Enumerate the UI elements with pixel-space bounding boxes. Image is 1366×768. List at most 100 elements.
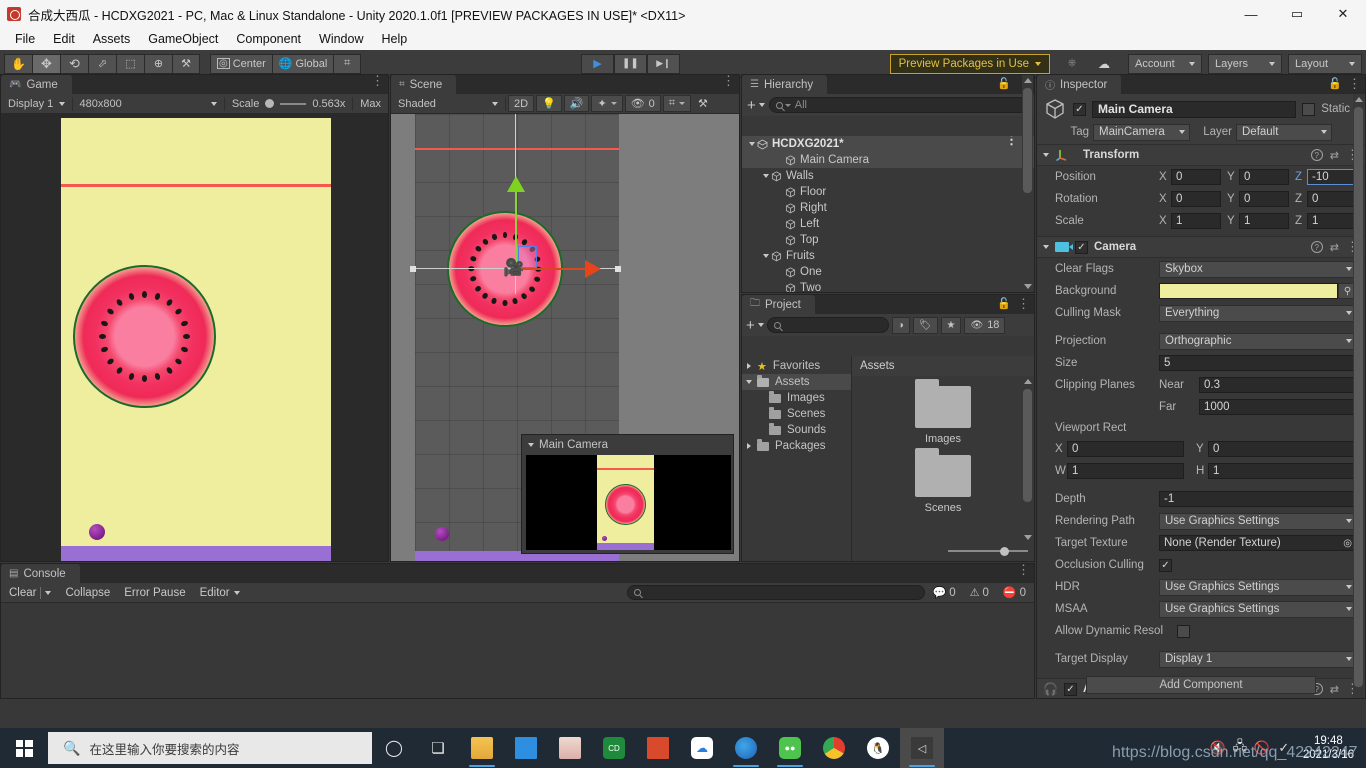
help-icon[interactable]: ? — [1310, 241, 1323, 253]
static-checkbox[interactable] — [1302, 102, 1316, 116]
asset-item[interactable]: Scenes — [852, 448, 1034, 514]
depth-input[interactable]: -1 — [1159, 491, 1357, 507]
cloud-icon[interactable]: ☁ — [1089, 53, 1118, 74]
audio-listener-checkbox[interactable]: ✓ — [1063, 682, 1077, 696]
project-tree-item-images[interactable]: Images — [742, 390, 851, 406]
viewport-y-input[interactable]: 0 — [1208, 441, 1357, 457]
gizmo-x-axis[interactable] — [516, 268, 588, 270]
layout-dropdown[interactable]: Layout — [1287, 53, 1362, 74]
preview-packages-dropdown[interactable]: Preview Packages in Use — [889, 53, 1050, 74]
projection-dropdown[interactable]: Orthographic — [1159, 332, 1357, 350]
project-tree-item-sounds[interactable]: Sounds — [742, 422, 851, 438]
hierarchy-search-input[interactable]: All — [768, 97, 1029, 113]
hierarchy-item-walls[interactable]: Walls — [742, 168, 1034, 184]
menu-item-gameobject[interactable]: GameObject — [139, 30, 227, 48]
gizmo-y-axis[interactable] — [515, 189, 517, 269]
slider-knob[interactable] — [1000, 546, 1009, 556]
project-tree-item-assets[interactable]: Assets — [742, 374, 851, 390]
scroll-up-arrow[interactable] — [1024, 379, 1032, 384]
hierarchy-item-hcdxg2021-[interactable]: HCDXG2021* ⋮ — [742, 136, 1034, 152]
create-gameobject-button[interactable]: + — [747, 98, 765, 113]
pivot-rotation-button[interactable]: 🌐 Global — [271, 53, 334, 74]
asset-grid[interactable]: Images Scenes — [852, 376, 1034, 543]
hidden-packages-button[interactable]: 👁 18 — [964, 316, 1006, 334]
project-tree-item-favorites[interactable]: ★ Favorites — [742, 358, 851, 374]
play-button[interactable]: ▶ — [580, 53, 614, 74]
msaa-dropdown[interactable]: Use Graphics Settings — [1159, 600, 1357, 618]
tab-scene[interactable]: ⌗ Scene — [391, 75, 457, 94]
asset-zoom-slider[interactable] — [948, 545, 1028, 557]
preset-icon[interactable]: ⇄ — [1330, 241, 1339, 254]
mute-icon[interactable]: 🔇 — [1207, 728, 1229, 768]
close-button[interactable]: ✕ — [1320, 0, 1366, 28]
hierarchy-item-left[interactable]: Left — [742, 216, 1034, 232]
hierarchy-item-fruits[interactable]: Fruits — [742, 248, 1034, 264]
cortana-icon[interactable]: ◯ — [372, 728, 416, 768]
gameobject-name-input[interactable]: Main Camera — [1092, 100, 1297, 118]
hierarchy-scrollbar[interactable] — [1022, 75, 1033, 292]
task-view-icon[interactable]: ❏ — [416, 728, 460, 768]
scale-tool-icon[interactable]: ⬀ — [88, 53, 116, 74]
maximize-on-play-button[interactable]: Max — [355, 95, 386, 112]
scale-z-input[interactable]: 1 — [1307, 213, 1357, 229]
viewport-x-input[interactable]: 0 — [1067, 441, 1184, 457]
kebab-icon[interactable]: ⋮ — [1348, 77, 1361, 90]
taskbar-search-input[interactable]: 🔍 在这里输入你要搜索的内容 — [48, 732, 372, 764]
target-display-dropdown[interactable]: Display 1 — [1159, 650, 1357, 668]
unity-icon[interactable]: ◁ — [900, 728, 944, 768]
console-log-list[interactable] — [1, 615, 1034, 698]
rect-tool-icon[interactable]: ⬚ — [116, 53, 144, 74]
gizmo-y-arrow[interactable] — [507, 176, 525, 192]
edge-icon[interactable] — [724, 728, 768, 768]
check-icon[interactable]: ✓ — [1273, 728, 1295, 768]
scrollbar-thumb[interactable] — [1023, 88, 1032, 193]
project-search-input[interactable] — [766, 317, 889, 333]
chevron-down-icon[interactable] — [1043, 153, 1049, 157]
filter-by-type-icon[interactable]: ◑ — [891, 316, 910, 334]
toggle-2d-button[interactable]: 2D — [508, 95, 535, 112]
menu-item-window[interactable]: Window — [310, 30, 372, 48]
layer-dropdown[interactable]: Default — [1236, 123, 1332, 141]
clear-button[interactable]: Clear — [3, 584, 57, 601]
lock-icon[interactable]: 🔓 — [997, 77, 1011, 90]
tab-project[interactable]: 🗀 Project — [742, 295, 815, 314]
network-icon[interactable]: 🖧 — [1229, 728, 1251, 768]
chevron-right-icon[interactable] — [744, 443, 754, 449]
tab-inspector[interactable]: ⓘ Inspector — [1037, 75, 1122, 94]
console-tab-menu[interactable]: ⋮ — [1017, 563, 1030, 576]
game-view-canvas[interactable] — [1, 114, 388, 561]
scroll-down-arrow[interactable] — [1024, 535, 1032, 540]
favorites-filter-icon[interactable]: ★ — [940, 316, 962, 334]
maximize-button[interactable]: ▭ — [1274, 0, 1320, 28]
scene-fx-button[interactable]: ✦ — [591, 95, 623, 112]
baidu-netdisk-icon[interactable]: ☁ — [680, 728, 724, 768]
qq-icon[interactable]: 🐧 — [856, 728, 900, 768]
scale-slider[interactable]: Scale 0.563x — [227, 95, 351, 112]
slider-knob[interactable] — [265, 99, 275, 108]
pivot-mode-button[interactable]: ◎ Center — [210, 53, 272, 74]
chevron-down-icon[interactable] — [746, 142, 757, 146]
move-tool-icon[interactable]: ✥ — [32, 53, 60, 74]
grid-snap-icon[interactable]: ⌗ — [333, 53, 362, 74]
camera-preview-header[interactable]: Main Camera — [522, 435, 733, 455]
menu-item-edit[interactable]: Edit — [44, 30, 84, 48]
tab-console[interactable]: ▤ Console — [1, 564, 80, 583]
rotation-x-input[interactable]: 0 — [1171, 191, 1221, 207]
dynamic-resolution-checkbox[interactable] — [1177, 624, 1190, 638]
tab-game[interactable]: 🎮 Game — [1, 75, 72, 94]
preset-icon[interactable]: ⇄ — [1330, 149, 1339, 162]
hierarchy-item-two[interactable]: Two — [742, 280, 1034, 292]
rotation-z-input[interactable]: 0 — [1307, 191, 1357, 207]
scene-gizmos-icon[interactable]: ⚒ — [693, 95, 713, 112]
resolution-dropdown[interactable]: 480x800 — [74, 95, 222, 112]
wechat-icon[interactable]: ●● — [768, 728, 812, 768]
scene-tab-menu[interactable]: ⋮ — [722, 74, 735, 87]
account-dropdown[interactable]: Account — [1127, 53, 1202, 74]
camera-component-header[interactable]: ✓ Camera ? ⇄ ⋮ — [1037, 236, 1365, 258]
console-search-input[interactable] — [626, 585, 925, 600]
position-z-input[interactable]: -10 — [1307, 169, 1357, 185]
clear-flags-dropdown[interactable]: Skybox — [1159, 260, 1357, 278]
photo-editor-icon[interactable] — [548, 728, 592, 768]
gizmo-x-arrow[interactable] — [585, 260, 601, 278]
hierarchy-item-one[interactable]: One — [742, 264, 1034, 280]
